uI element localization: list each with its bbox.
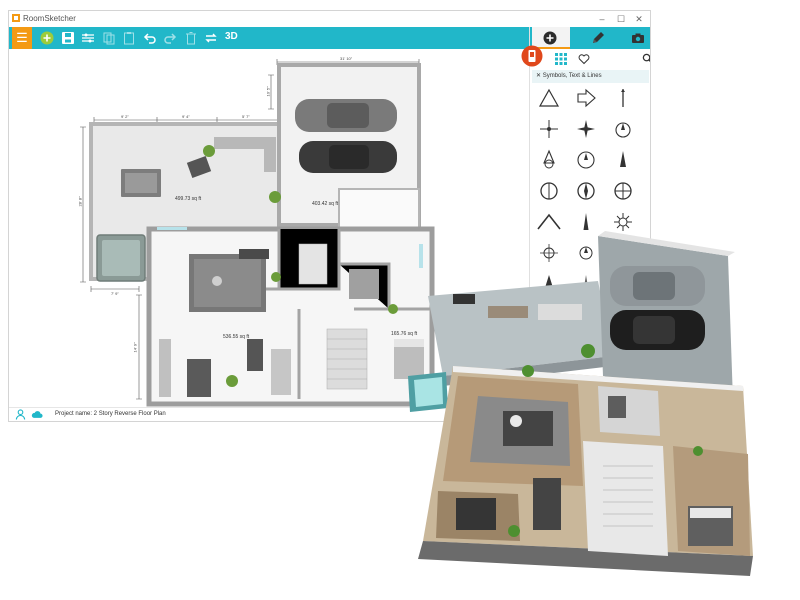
north-arrow-symbol[interactable] (536, 149, 562, 171)
floor-plan-3d-render (408, 231, 753, 576)
main-toolbar: ☰ 3D (9, 27, 529, 49)
favorites-heart-icon[interactable] (578, 53, 590, 65)
app-logo-icon (12, 14, 20, 22)
dim-label-seg3: 5' 7" (242, 114, 250, 119)
north-needle-symbol[interactable] (610, 149, 636, 171)
collapse-icon[interactable]: ✕ (536, 73, 541, 79)
compass-symbol-2[interactable] (573, 180, 599, 202)
compass-symbol-3[interactable] (610, 180, 636, 202)
category-header[interactable]: ✕ Symbols, Text & Lines (532, 70, 649, 83)
camera-icon[interactable] (630, 30, 646, 46)
redo-icon[interactable] (162, 30, 178, 46)
triangle-symbol[interactable] (536, 87, 562, 109)
copy-icon[interactable] (101, 30, 117, 46)
plus-icon[interactable] (542, 30, 558, 46)
pencil-icon[interactable] (590, 30, 606, 46)
north-line-symbol[interactable] (610, 87, 636, 109)
dim-label-seg2: 9' 4" (182, 114, 190, 119)
category-title: Symbols, Text & Lines (542, 73, 602, 79)
delete-icon[interactable] (183, 30, 199, 46)
north-circle-symbol[interactable] (610, 118, 636, 140)
project-name: Project name: 2 Story Reverse Floor Plan (55, 411, 166, 417)
window-title: RoomSketcher (23, 14, 76, 23)
area-label-garage: 403.42 sq ft (312, 201, 339, 207)
dim-label-seg1: 9' 2" (121, 114, 129, 119)
panel-tabs (530, 27, 650, 49)
dim-label-top-overall: 31' 10" (340, 56, 353, 61)
view-3d-button[interactable]: 3D (225, 31, 238, 42)
dim-label-garage-side: 10' 5" (265, 86, 271, 97)
arrow-symbol[interactable] (573, 87, 599, 109)
area-label-living: 536.55 sq ft (223, 334, 250, 340)
dim-label-left-lower: 14' 9" (132, 342, 138, 353)
dim-label-bottom-left: 7' 9" (111, 291, 119, 296)
compass-rose-symbol[interactable] (536, 118, 562, 140)
new-plan-icon[interactable] (39, 30, 55, 46)
hamburger-menu-icon[interactable]: ☰ (12, 27, 32, 49)
maximize-button[interactable]: ☐ (615, 13, 627, 25)
dim-label-left-side: 28' 8" (77, 196, 83, 207)
settings-icon[interactable] (80, 30, 96, 46)
title-bar: RoomSketcher – ☐ ✕ (9, 11, 650, 27)
compass-star-symbol[interactable] (573, 118, 599, 140)
save-icon[interactable] (60, 30, 76, 46)
area-label-terrace: 499.73 sq ft (175, 196, 202, 202)
flip-icon[interactable] (203, 30, 219, 46)
panel-subtabs (530, 49, 651, 69)
compass-circle-symbol[interactable] (573, 149, 599, 171)
undo-icon[interactable] (142, 30, 158, 46)
close-window-button[interactable]: ✕ (633, 13, 645, 25)
cloud-icon[interactable] (31, 409, 43, 420)
paste-icon[interactable] (121, 30, 137, 46)
user-icon[interactable] (15, 409, 26, 420)
minimize-button[interactable]: – (596, 13, 608, 25)
floating-tool-button[interactable] (521, 45, 543, 67)
compass-symbol-1[interactable] (536, 180, 562, 202)
grid-icon[interactable] (555, 53, 567, 65)
search-icon[interactable] (642, 53, 651, 64)
